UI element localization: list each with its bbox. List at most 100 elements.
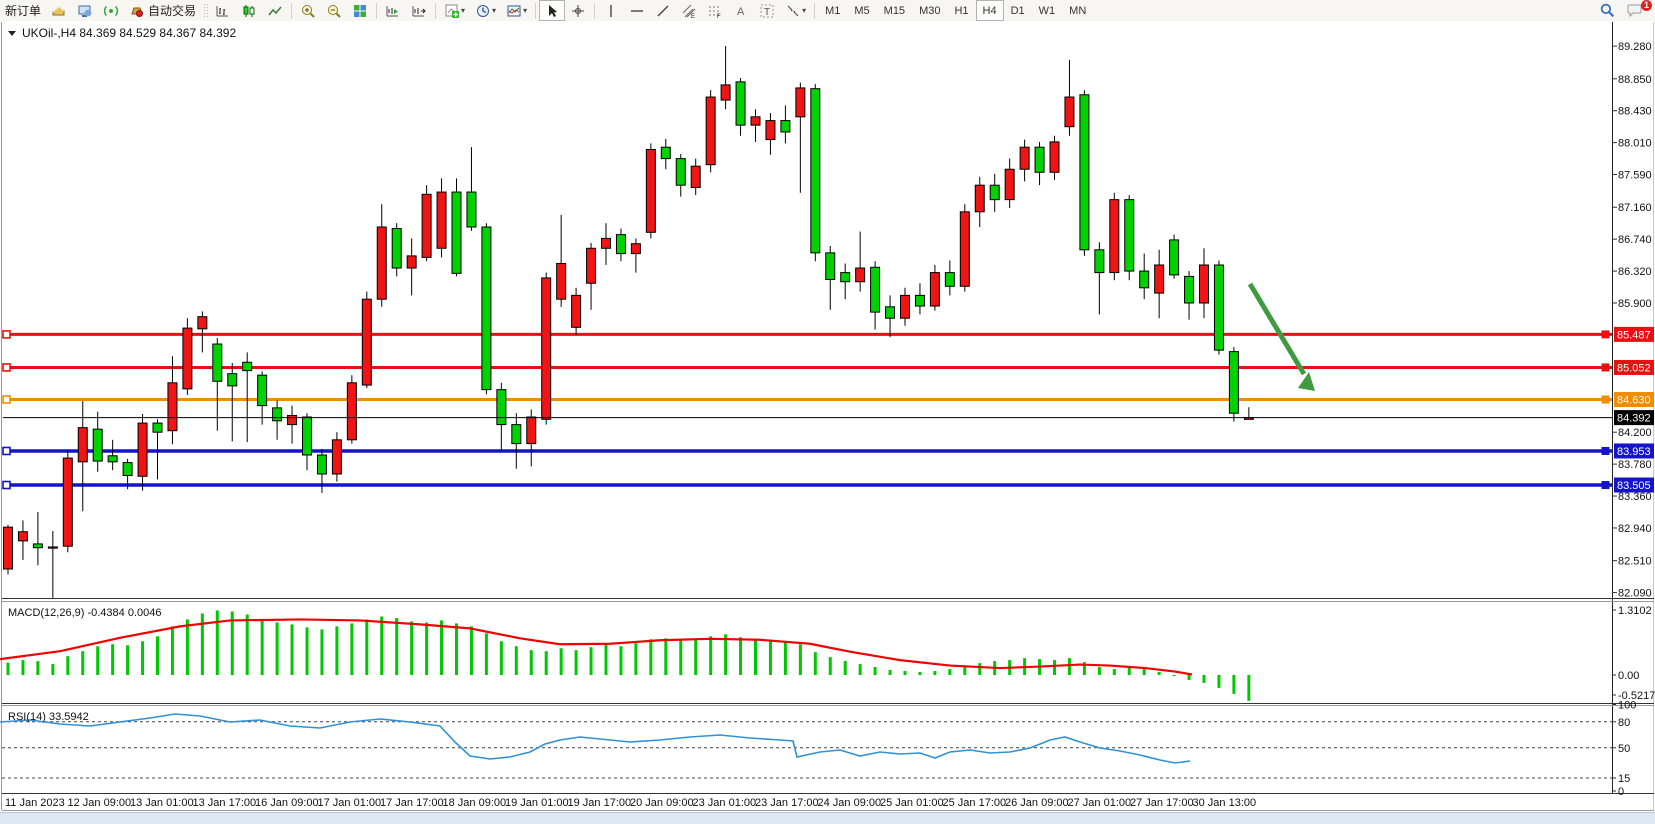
hline-left-handle (3, 482, 10, 489)
hline-right-handle (1602, 482, 1609, 489)
candle (48, 547, 57, 548)
candle (542, 278, 551, 419)
svg-text:18 Jan 09:00: 18 Jan 09:00 (443, 797, 507, 809)
chart-title: UKOil-,H4 84.369 84.529 84.367 84.392 (8, 26, 236, 40)
candle (273, 408, 282, 421)
candle (616, 235, 625, 254)
svg-text:83.360: 83.360 (1618, 491, 1652, 503)
candle (676, 159, 685, 186)
candle (258, 375, 267, 405)
candle (78, 428, 87, 462)
svg-text:86.320: 86.320 (1618, 266, 1652, 278)
candle (1110, 200, 1119, 273)
candle (721, 85, 730, 100)
price-label: 84.392 (1614, 410, 1654, 425)
hline-left-handle (3, 364, 10, 371)
candle (811, 89, 820, 253)
candle (691, 166, 700, 187)
svg-text:1.3102: 1.3102 (1618, 605, 1652, 617)
svg-text:86.740: 86.740 (1618, 234, 1652, 246)
candle (228, 374, 237, 386)
trading-terminal: { "toolbar": { "new_order_label": "新订单",… (0, 0, 1655, 823)
svg-text:16 Jan 09:00: 16 Jan 09:00 (255, 797, 319, 809)
candle (332, 440, 341, 474)
svg-text:15: 15 (1618, 773, 1630, 785)
candle (1170, 240, 1179, 275)
svg-text:84.392: 84.392 (1617, 413, 1651, 425)
candle (646, 149, 655, 232)
svg-text:50: 50 (1618, 743, 1630, 755)
candle (108, 456, 117, 462)
svg-text:17 Jan 01:00: 17 Jan 01:00 (318, 797, 382, 809)
svg-text:26 Jan 09:00: 26 Jan 09:00 (1005, 797, 1069, 809)
candle (512, 425, 521, 444)
candle (661, 147, 670, 158)
candle (1095, 250, 1104, 273)
candle (1185, 276, 1194, 303)
candle (766, 121, 775, 140)
svg-text:84.200: 84.200 (1618, 427, 1652, 439)
hline-left-handle (3, 331, 10, 338)
candle (482, 227, 491, 390)
candle (990, 185, 999, 199)
candle (18, 532, 27, 541)
hline-right-handle (1602, 396, 1609, 403)
candle (1229, 352, 1238, 414)
svg-text:100: 100 (1618, 700, 1636, 712)
candle (467, 192, 476, 227)
candle (153, 423, 162, 432)
candle (706, 97, 715, 165)
candle (93, 429, 102, 461)
candle (736, 82, 745, 125)
candle (1155, 265, 1164, 293)
svg-text:82.940: 82.940 (1618, 523, 1652, 535)
candle (841, 273, 850, 282)
candle (437, 192, 446, 248)
svg-text:88.010: 88.010 (1618, 138, 1652, 150)
hline-right-handle (1602, 364, 1609, 371)
svg-text:0: 0 (1618, 786, 1624, 798)
svg-text:88.850: 88.850 (1618, 74, 1652, 86)
svg-text:87.590: 87.590 (1618, 170, 1652, 182)
candle (557, 263, 566, 299)
svg-text:0.00: 0.00 (1618, 670, 1639, 682)
svg-text:RSI(14) 33.5942: RSI(14) 33.5942 (8, 711, 89, 723)
candle (781, 121, 790, 132)
chart-window[interactable]: 89.280 88.850 88.430 88.010 87.590 87.160 86.7… (0, 0, 1655, 823)
svg-text:17 Jan 17:00: 17 Jan 17:00 (380, 797, 444, 809)
candle (168, 383, 177, 431)
candle (1065, 97, 1074, 127)
candle (303, 417, 312, 455)
svg-text:87.160: 87.160 (1618, 202, 1652, 214)
svg-text:84.630: 84.630 (1617, 395, 1651, 407)
candle (915, 295, 924, 306)
hline-right-handle (1602, 331, 1609, 338)
svg-text:85.900: 85.900 (1618, 298, 1652, 310)
candle (4, 527, 13, 569)
svg-text:83.505: 83.505 (1617, 480, 1651, 492)
candle (871, 267, 880, 312)
candle (1020, 147, 1029, 169)
svg-text:83.953: 83.953 (1617, 446, 1651, 458)
svg-text:88.430: 88.430 (1618, 106, 1652, 118)
svg-text:89.280: 89.280 (1618, 41, 1652, 53)
svg-text:82.090: 82.090 (1618, 588, 1652, 600)
hline-left-handle (3, 396, 10, 403)
candle (1214, 265, 1223, 350)
candle (587, 248, 596, 283)
svg-text:27 Jan 01:00: 27 Jan 01:00 (1068, 797, 1132, 809)
svg-text:27 Jan 17:00: 27 Jan 17:00 (1130, 797, 1194, 809)
candle (183, 328, 192, 389)
candle (213, 344, 222, 381)
svg-text:23 Jan 17:00: 23 Jan 17:00 (755, 797, 819, 809)
svg-text:13 Jan 01:00: 13 Jan 01:00 (130, 797, 194, 809)
candle (407, 256, 416, 268)
svg-text:82.510: 82.510 (1618, 556, 1652, 568)
candle (1005, 169, 1014, 199)
candle (123, 463, 132, 476)
candle (901, 295, 910, 318)
candle (288, 415, 297, 424)
time-axis[interactable]: 11 Jan 202312 Jan 09:0013 Jan 01:0013 Ja… (5, 797, 1256, 809)
candle (317, 455, 326, 474)
candle (392, 229, 401, 269)
